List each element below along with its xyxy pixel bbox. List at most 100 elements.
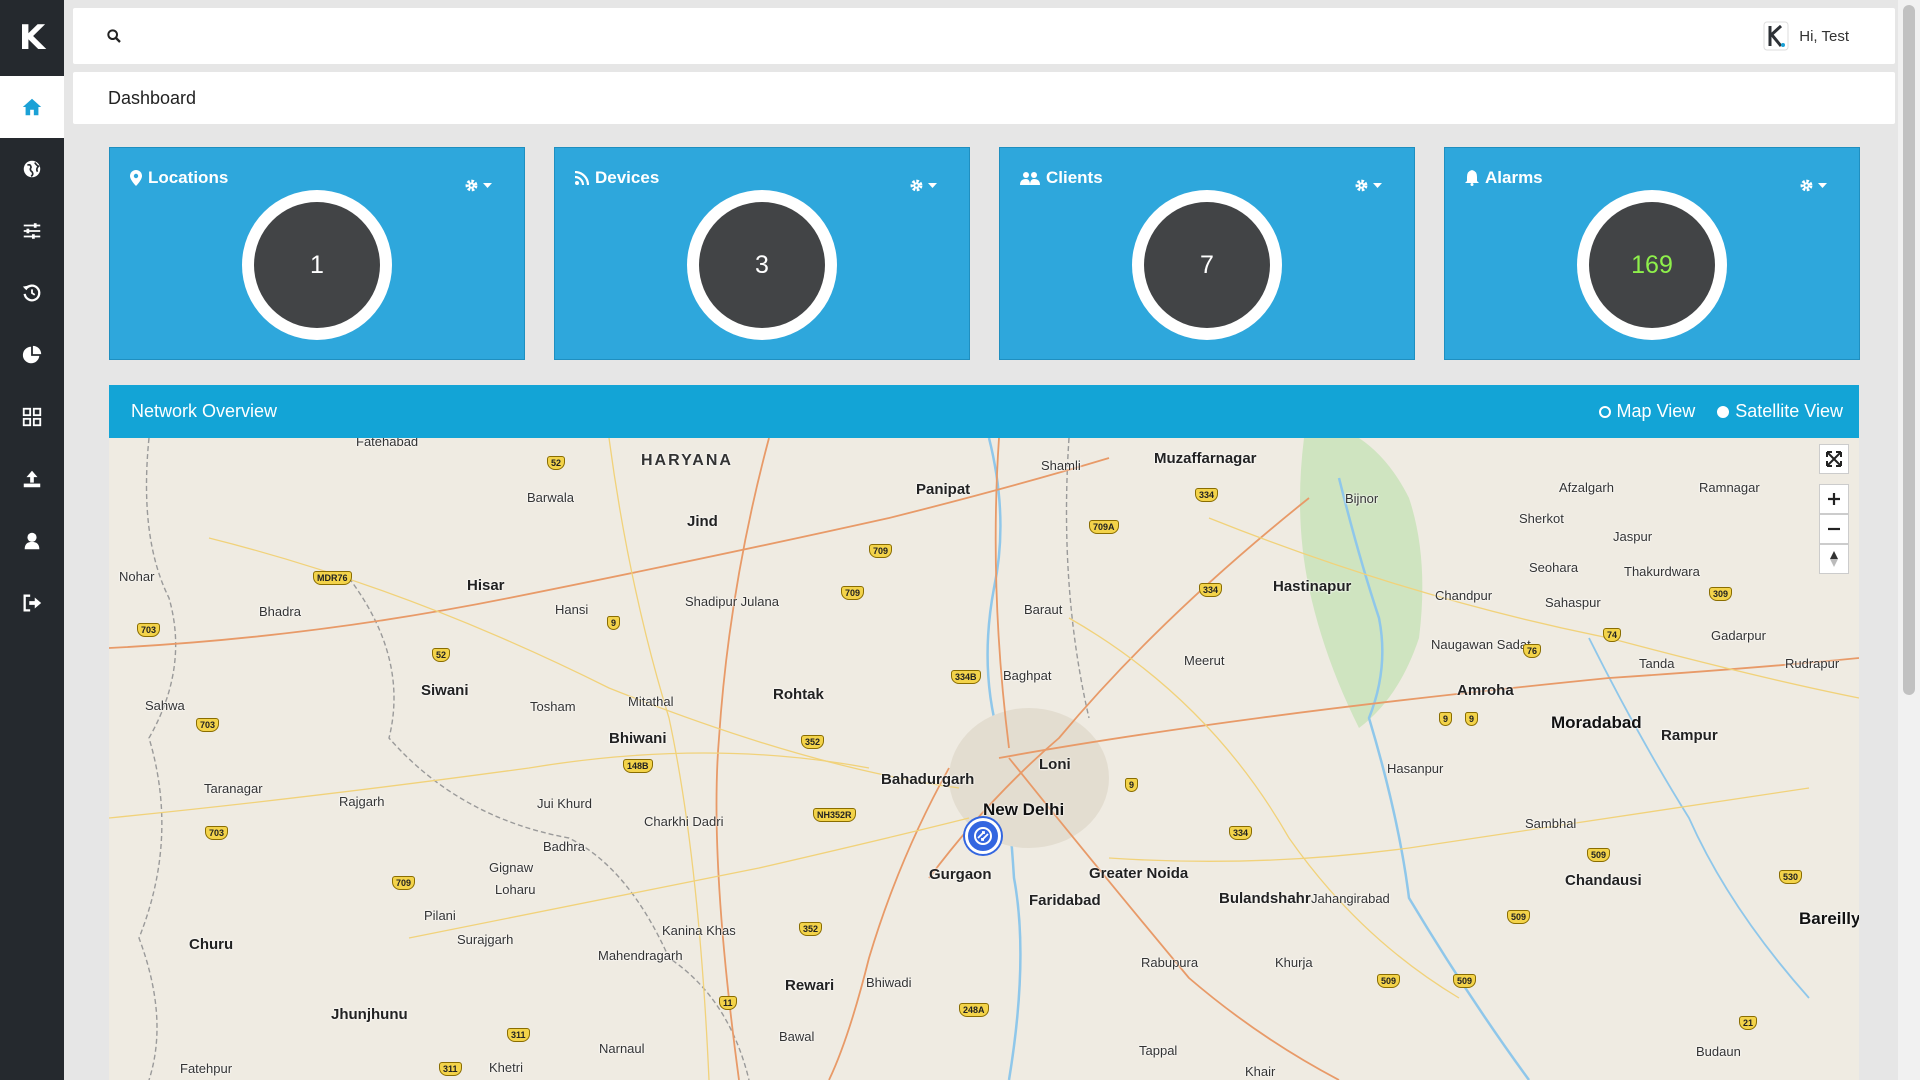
highway-shield: 334 bbox=[1199, 583, 1223, 597]
map-label: Loharu bbox=[495, 882, 536, 897]
sidebar-item-settings[interactable] bbox=[0, 200, 64, 262]
radio-icon[interactable] bbox=[1598, 405, 1611, 418]
caret-down-icon bbox=[483, 182, 492, 188]
highway-shield: 530 bbox=[1779, 870, 1803, 884]
sidebar-item-users[interactable] bbox=[0, 510, 64, 572]
upload-icon bbox=[23, 470, 41, 488]
highway-shield: 9 bbox=[1465, 712, 1479, 726]
map-label: Sahaspur bbox=[1545, 595, 1601, 610]
map-label: Tosham bbox=[530, 699, 576, 714]
devices-card: Devices 3 bbox=[554, 147, 970, 360]
highway-shield: 309 bbox=[1709, 587, 1733, 601]
scrollbar-thumb[interactable] bbox=[1903, 5, 1915, 695]
radio-icon[interactable] bbox=[1717, 405, 1730, 418]
highway-shield: 703 bbox=[205, 826, 229, 840]
map-label: HARYANA bbox=[641, 452, 733, 469]
map-label: Charkhi Dadri bbox=[644, 814, 724, 829]
map-label: Tappal bbox=[1139, 1043, 1178, 1058]
map-label: Barwala bbox=[527, 490, 574, 505]
compass-button[interactable] bbox=[1819, 544, 1849, 574]
card-title: Devices bbox=[595, 168, 660, 187]
brand-logo[interactable]: K bbox=[0, 0, 64, 76]
map-label: Amroha bbox=[1457, 682, 1514, 699]
sidebar-item-history[interactable] bbox=[0, 262, 64, 324]
zoom-out-button[interactable] bbox=[1819, 514, 1849, 544]
card-title: Clients bbox=[1046, 168, 1103, 187]
map-label: Badhra bbox=[543, 839, 585, 854]
card-settings-dropdown[interactable] bbox=[909, 178, 937, 193]
fullscreen-button[interactable] bbox=[1819, 444, 1849, 474]
map-label: Ramnagar bbox=[1699, 480, 1760, 495]
map-label: Rohtak bbox=[773, 686, 824, 703]
map-label: Rewari bbox=[785, 977, 835, 994]
caret-down-icon bbox=[1818, 182, 1827, 188]
map-label: Sambhal bbox=[1525, 816, 1577, 831]
pie-chart-icon bbox=[22, 345, 42, 364]
highway-shield: 352 bbox=[801, 735, 825, 749]
zoom-in-icon bbox=[1828, 493, 1840, 505]
map-label: Bareilly bbox=[1799, 909, 1859, 928]
sign-out-icon bbox=[23, 594, 42, 612]
map-label: Hastinapur bbox=[1273, 578, 1352, 595]
user-menu[interactable]: Hi, Test bbox=[1763, 21, 1849, 51]
satellite-view-option[interactable]: Satellite View bbox=[1717, 401, 1843, 422]
map-label: Surajgarh bbox=[457, 932, 514, 947]
sidebar-item-upload[interactable] bbox=[0, 448, 64, 510]
highway-shield: 509 bbox=[1587, 848, 1611, 862]
home-icon bbox=[22, 98, 42, 116]
sidebar-item-globe[interactable] bbox=[0, 138, 64, 200]
highway-shield: 334 bbox=[1229, 826, 1253, 840]
zoom-in-button[interactable] bbox=[1819, 484, 1849, 514]
map-label: Rampur bbox=[1661, 727, 1718, 744]
sidebar-item-apps[interactable] bbox=[0, 386, 64, 448]
bell-icon bbox=[1465, 170, 1479, 186]
highway-shield: 709 bbox=[869, 544, 893, 558]
highway-shield: 703 bbox=[137, 623, 161, 637]
network-overview-header: Network Overview Map View Satellite View bbox=[109, 385, 1859, 438]
users-icon bbox=[1020, 172, 1040, 185]
map-label: Sahwa bbox=[145, 698, 185, 713]
highway-shield: 9 bbox=[607, 616, 621, 630]
map-view-option[interactable]: Map View bbox=[1598, 401, 1695, 422]
user-greeting: Hi, Test bbox=[1799, 27, 1849, 45]
highway-shield: 52 bbox=[547, 456, 566, 470]
search-button[interactable] bbox=[103, 25, 125, 47]
globe-icon bbox=[23, 160, 41, 178]
clients-card: Clients 7 bbox=[999, 147, 1415, 360]
map-label: Chandpur bbox=[1435, 588, 1493, 603]
card-title: Locations bbox=[148, 168, 229, 187]
highway-shield: 9 bbox=[1439, 712, 1453, 726]
highway-shield: 148B bbox=[623, 759, 653, 773]
page-scrollbar[interactable] bbox=[1898, 0, 1920, 1080]
map-label: Rabupura bbox=[1141, 955, 1199, 970]
highway-shield: 74 bbox=[1603, 628, 1622, 642]
sidebar-item-logout[interactable] bbox=[0, 572, 64, 634]
highway-shield: MDR76 bbox=[313, 571, 352, 585]
card-settings-dropdown[interactable] bbox=[1354, 178, 1382, 193]
map-label: Rajgarh bbox=[339, 794, 385, 809]
rss-icon bbox=[575, 171, 589, 185]
map-label: Siwani bbox=[421, 682, 469, 699]
sidebar-item-reports[interactable] bbox=[0, 324, 64, 386]
card-settings-dropdown[interactable] bbox=[464, 178, 492, 193]
map-label: Shadipur Julana bbox=[685, 594, 779, 609]
sidebar-item-home[interactable] bbox=[0, 76, 64, 138]
location-marker[interactable] bbox=[965, 818, 1001, 854]
map-label: Jaspur bbox=[1613, 529, 1653, 544]
network-map[interactable]: HARYANA Fatehabad Panipat Shamli Muzaffa… bbox=[109, 438, 1859, 1080]
map-label: Meerut bbox=[1184, 653, 1225, 668]
map-label: Panipat bbox=[916, 481, 971, 498]
map-label: Fatehpur bbox=[180, 1061, 233, 1076]
map-label: Muzaffarnagar bbox=[1154, 450, 1257, 467]
user-icon bbox=[24, 532, 40, 550]
map-label: Budaun bbox=[1696, 1044, 1741, 1059]
view-toggle: Map View Satellite View bbox=[1598, 401, 1843, 422]
highway-shield: 709 bbox=[841, 586, 865, 600]
map-label: Baraut bbox=[1024, 602, 1063, 617]
card-settings-dropdown[interactable] bbox=[1799, 178, 1827, 193]
gear-icon bbox=[1800, 179, 1813, 192]
card-value: 3 bbox=[699, 202, 825, 328]
highway-shield: 9 bbox=[1125, 778, 1139, 792]
map-label: Hansi bbox=[555, 602, 589, 617]
map-label: Gadarpur bbox=[1711, 628, 1766, 643]
